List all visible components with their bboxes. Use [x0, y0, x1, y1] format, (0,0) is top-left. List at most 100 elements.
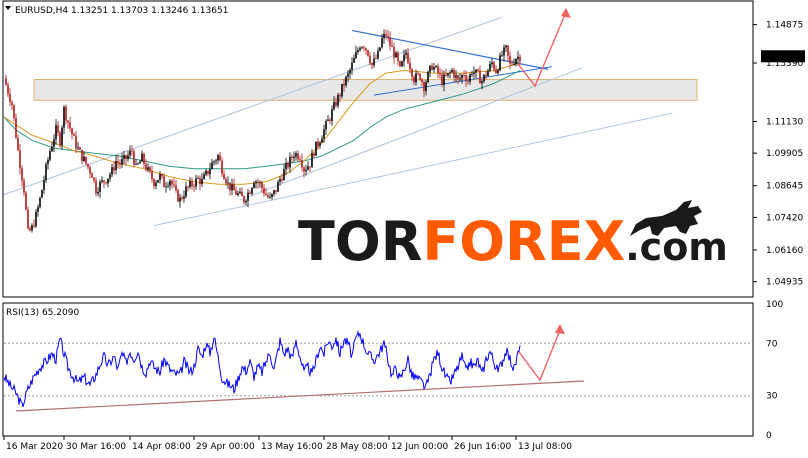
candle-body: [427, 71, 429, 83]
candle-body: [299, 159, 301, 161]
watermark-part-com: .com: [625, 225, 728, 269]
candle-body: [493, 62, 495, 70]
candle-body: [275, 190, 277, 192]
candle-body: [269, 196, 271, 198]
candle-body: [119, 162, 121, 165]
candle-body: [295, 153, 297, 157]
candle-body: [435, 66, 437, 68]
candle-body: [111, 167, 113, 175]
candle-body: [107, 178, 109, 184]
candle-body: [261, 182, 263, 189]
chart-canvas: 100 70 30 0 16 Mar 2020 30 Mar 16:00 14 Apr 0…: [2, 0, 805, 452]
candle-body: [499, 55, 501, 71]
candle-body: [357, 50, 359, 53]
candle-body: [97, 191, 99, 194]
candle-body: [193, 185, 195, 187]
candle-body: [113, 167, 115, 171]
candle-body: [133, 151, 135, 165]
candle-body: [93, 177, 95, 181]
candle-body: [159, 174, 161, 181]
time-tick-label: 26 Jun 16:00: [454, 442, 511, 452]
candle-body: [147, 167, 149, 170]
candle-body: [51, 146, 53, 152]
candle-body: [407, 52, 409, 64]
candle-body: [253, 183, 255, 188]
candle-body: [383, 33, 385, 39]
candle-body: [23, 180, 25, 193]
candle-body: [185, 186, 187, 197]
candle-body: [219, 155, 221, 161]
candle-body: [305, 169, 307, 172]
candle-body: [309, 166, 311, 168]
price-tick-label: 1.08645: [766, 182, 803, 192]
candle-body: [385, 33, 387, 36]
candle-body: [263, 188, 265, 194]
candle-body: [483, 74, 485, 82]
candle-body: [25, 192, 27, 210]
candle-body: [337, 95, 339, 106]
candle-body: [311, 153, 313, 168]
candle-body: [495, 69, 497, 74]
candle-body: [273, 190, 275, 195]
candle-body: [135, 163, 137, 165]
candle-body: [445, 74, 447, 76]
candle-body: [7, 84, 9, 94]
candle-body: [233, 184, 235, 191]
candle-body: [401, 61, 403, 67]
time-tick-label: 16 Mar 2020: [6, 442, 63, 452]
candle-body: [491, 62, 493, 64]
candle-body: [61, 127, 63, 146]
candle-body: [197, 177, 199, 179]
candle-body: [365, 48, 367, 51]
candle-body: [285, 163, 287, 170]
candle-body: [413, 76, 415, 83]
candle-body: [85, 156, 87, 164]
candle-body: [127, 155, 129, 160]
candle-body: [31, 225, 33, 231]
candle-body: [179, 197, 181, 202]
candle-body: [137, 163, 139, 165]
candle-body: [293, 156, 295, 159]
candle-body: [177, 190, 179, 202]
candle-body: [167, 185, 169, 187]
candle-body: [63, 106, 65, 128]
price-tick-label: 1.09905: [766, 149, 803, 159]
candle-body: [257, 181, 259, 183]
candle-body: [201, 179, 203, 185]
candle-body: [315, 141, 317, 156]
candle-body: [245, 200, 247, 203]
candle-body: [421, 79, 423, 82]
candle-body: [459, 78, 461, 80]
candle-body: [441, 74, 443, 86]
watermark-part-forex: FOREX: [422, 210, 625, 273]
candle-body: [425, 82, 427, 92]
candle-body: [339, 95, 341, 97]
x-axis: 16 Mar 2020 30 Mar 16:00 14 Apr 08:00 29 Ap…: [3, 436, 572, 452]
candle-body: [467, 81, 469, 82]
candle-body: [37, 207, 39, 212]
candle-body: [35, 211, 37, 227]
candle-body: [237, 193, 239, 195]
candle-body: [45, 164, 47, 181]
candle-body: [497, 70, 499, 74]
candle-body: [115, 161, 117, 171]
candle-body: [91, 173, 93, 178]
candle-body: [9, 93, 11, 103]
candle-body: [239, 191, 241, 194]
candle-body: [121, 158, 123, 165]
candle-body: [229, 182, 231, 191]
candle-body: [409, 63, 411, 70]
candle-body: [243, 196, 245, 203]
candle-body: [399, 61, 401, 67]
candle-body: [15, 118, 17, 138]
candle-body: [477, 69, 479, 71]
candle-body: [11, 102, 13, 106]
candle-body: [289, 156, 291, 168]
candle-body: [443, 74, 445, 86]
support-zone: [33, 79, 698, 101]
candle-body: [75, 135, 77, 149]
candle-body: [241, 191, 243, 197]
candle-body: [509, 55, 511, 64]
candle-body: [55, 125, 57, 140]
candle-body: [27, 209, 29, 229]
